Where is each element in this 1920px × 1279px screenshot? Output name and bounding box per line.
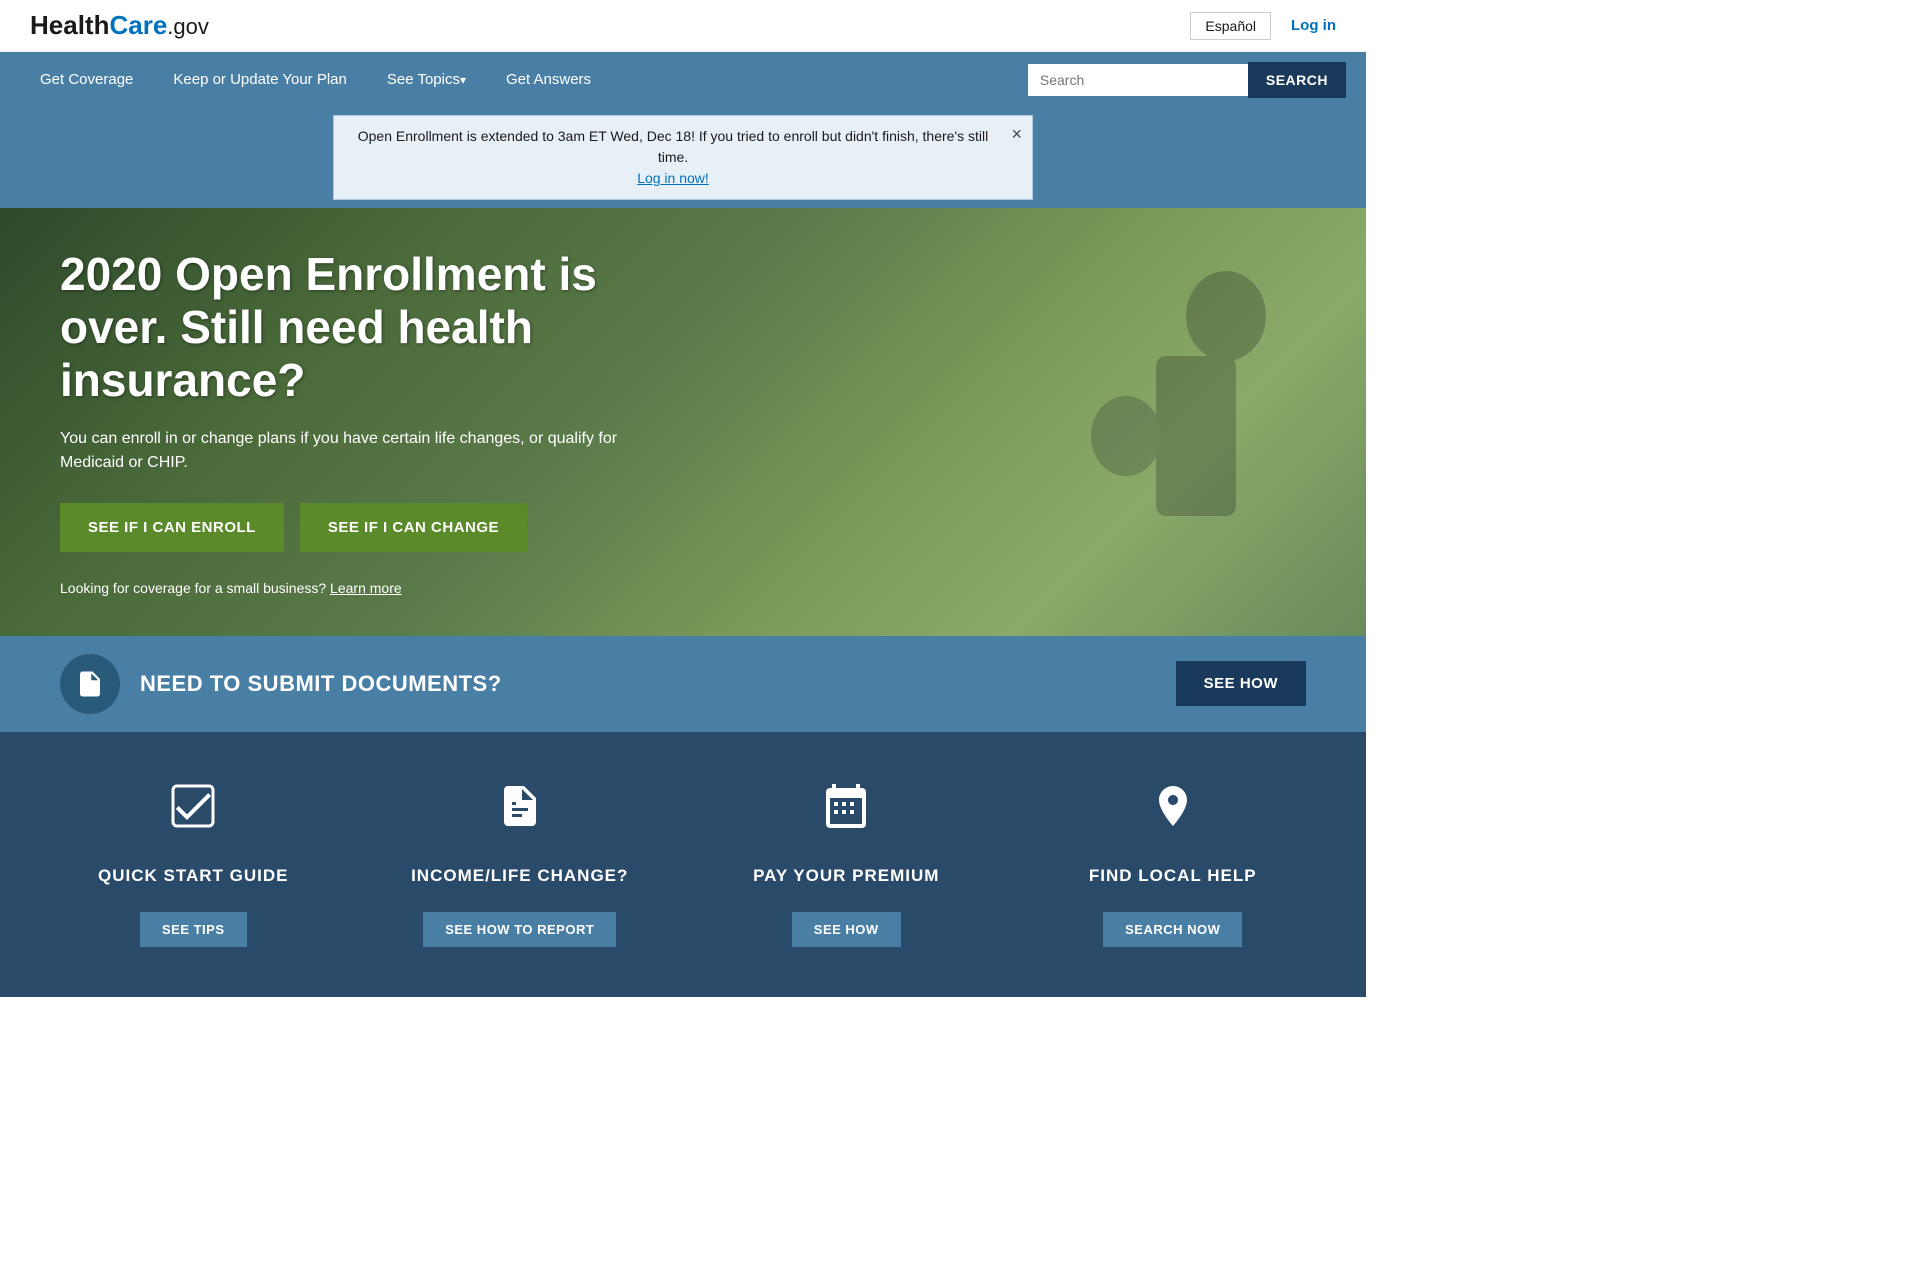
search-button[interactable]: SEARCH [1248, 62, 1346, 98]
nav-item-topics[interactable]: See Topics [367, 52, 486, 107]
alert-login-link[interactable]: Log in now! [637, 170, 709, 186]
enroll-button[interactable]: SEE IF I CAN ENROLL [60, 503, 284, 552]
logo-care: Care [109, 10, 167, 40]
see-how-to-report-button[interactable]: SEE HOW TO REPORT [423, 912, 616, 947]
logo-health: Health [30, 10, 109, 40]
tile-quick-start: QUICK START GUIDE SEE TIPS [40, 782, 347, 947]
site-logo: HealthCare.gov [30, 10, 209, 41]
see-tips-button[interactable]: SEE TIPS [140, 912, 247, 947]
nav-item-answers[interactable]: Get Answers [486, 52, 611, 107]
see-how-premium-button[interactable]: SEE HOW [792, 912, 901, 947]
doc-title: NEED TO SUBMIT DOCUMENTS? [140, 671, 502, 697]
hero-content: 2020 Open Enrollment is over. Still need… [0, 208, 700, 636]
top-bar: HealthCare.gov Español Log in [0, 0, 1366, 52]
doc-icon-circle [60, 654, 120, 714]
tile-income-title: INCOME/LIFE CHANGE? [411, 866, 628, 886]
calendar-icon [822, 782, 870, 842]
espanol-button[interactable]: Español [1190, 12, 1271, 40]
document-upload-icon [75, 669, 105, 699]
nav-items: Get Coverage Keep or Update Your Plan Se… [20, 52, 1028, 107]
hero-subtitle: You can enroll in or change plans if you… [60, 427, 640, 475]
hero-small-text: Looking for coverage for a small busines… [60, 580, 640, 596]
login-link[interactable]: Log in [1291, 17, 1336, 34]
hero-buttons: SEE IF I CAN ENROLL SEE IF I CAN CHANGE [60, 503, 640, 552]
small-business-link[interactable]: Learn more [330, 580, 402, 596]
alert-banner: Open Enrollment is extended to 3am ET We… [0, 107, 1366, 208]
tile-find-help: FIND LOCAL HELP SEARCH NOW [1020, 782, 1327, 947]
search-now-button[interactable]: SEARCH NOW [1103, 912, 1242, 947]
see-how-documents-button[interactable]: SEE HOW [1176, 661, 1306, 706]
documents-section: NEED TO SUBMIT DOCUMENTS? SEE HOW [0, 636, 1366, 732]
hero-title: 2020 Open Enrollment is over. Still need… [60, 248, 640, 407]
search-area: SEARCH [1028, 62, 1346, 98]
tile-pay-premium: PAY YOUR PREMIUM SEE HOW [693, 782, 1000, 947]
top-right-actions: Español Log in [1190, 12, 1336, 40]
tile-pay-premium-title: PAY YOUR PREMIUM [753, 866, 939, 886]
hero-section: 2020 Open Enrollment is over. Still need… [0, 208, 1366, 636]
alert-close-button[interactable]: × [1011, 124, 1022, 145]
alert-inner: Open Enrollment is extended to 3am ET We… [333, 115, 1033, 200]
nav-item-coverage[interactable]: Get Coverage [20, 52, 153, 107]
logo-gov: .gov [167, 14, 209, 39]
tile-quick-start-title: QUICK START GUIDE [98, 866, 288, 886]
tiles-section: QUICK START GUIDE SEE TIPS INCOME/LIFE C… [0, 732, 1366, 997]
nav-item-keep-update[interactable]: Keep or Update Your Plan [153, 52, 366, 107]
map-icon [1149, 782, 1197, 842]
change-button[interactable]: SEE IF I CAN CHANGE [300, 503, 527, 552]
alert-text: Open Enrollment is extended to 3am ET We… [358, 128, 989, 165]
search-input[interactable] [1028, 64, 1248, 96]
life-document-icon [496, 782, 544, 842]
tile-find-help-title: FIND LOCAL HELP [1089, 866, 1257, 886]
tile-income-life: INCOME/LIFE CHANGE? SEE HOW TO REPORT [367, 782, 674, 947]
checklist-icon [169, 782, 217, 842]
main-nav: Get Coverage Keep or Update Your Plan Se… [0, 52, 1366, 107]
hero-figure [886, 236, 1366, 636]
doc-left: NEED TO SUBMIT DOCUMENTS? [60, 654, 502, 714]
